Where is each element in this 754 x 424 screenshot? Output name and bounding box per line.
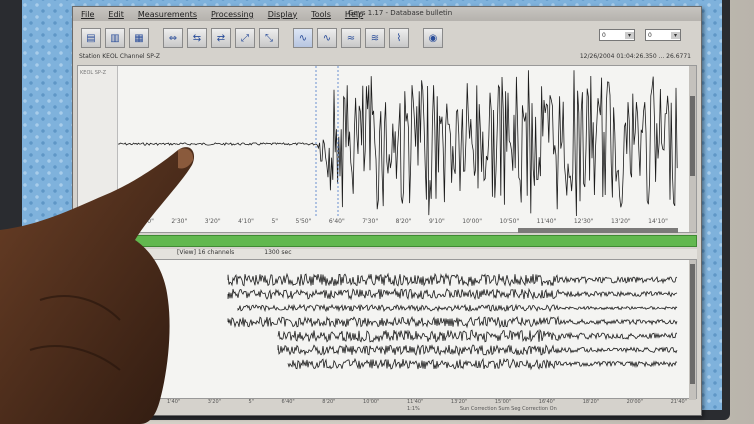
open-folder-icon[interactable]: ▤	[81, 28, 101, 48]
zoom-level: 1:1%	[407, 406, 420, 412]
waveform-icon[interactable]: ≈	[341, 28, 361, 48]
scrollbar-thumb[interactable]	[690, 96, 695, 176]
menu-bar: File Edit Measurements Processing Displa…	[73, 7, 363, 21]
menu-display[interactable]: Display	[268, 10, 298, 19]
menu-measurements[interactable]: Measurements	[138, 10, 197, 19]
channel-trace[interactable]	[227, 315, 678, 329]
folder-icon[interactable]: ▦	[129, 28, 149, 48]
duration-label: 1300 sec	[264, 249, 292, 256]
time-tick-label: 9'10"	[428, 218, 445, 225]
upper-vertical-scrollbar[interactable]	[689, 66, 696, 232]
spinner-field-1[interactable]: 0 ▾	[599, 29, 635, 41]
channel-trace[interactable]	[277, 344, 678, 357]
waveform-icon[interactable]: ∿	[293, 28, 313, 48]
seismic-trace-line	[118, 70, 678, 216]
multi-channel-plot[interactable]	[77, 259, 697, 400]
multi-channel-traces[interactable]	[78, 260, 690, 400]
scrollbar-thumb[interactable]	[690, 264, 695, 384]
channel-count-label: [View] 16 channels	[177, 249, 235, 256]
spinner-value-2: 0	[648, 31, 652, 39]
zoom-icon[interactable]: ⤡	[259, 28, 279, 48]
spinner-arrow-icon[interactable]: ▾	[625, 31, 634, 39]
toolbar: ▤ ▥ ▦ ⇔ ⇆ ⇄ ⤢ ⤡ ∿ ∿ ≈ ≋ ⌇ ◉ 0 ▾ 0 ▾	[81, 25, 693, 51]
time-tick-label: 10'00"	[462, 218, 482, 225]
menu-processing[interactable]: Processing	[211, 10, 254, 19]
menu-file[interactable]: File	[81, 10, 94, 19]
globe-icon[interactable]: ◉	[423, 28, 443, 48]
waveform-icon[interactable]: ⌇	[389, 28, 409, 48]
selection-status-strip	[77, 235, 697, 247]
zoom-icon[interactable]: ⤢	[235, 28, 255, 48]
waveform-icon[interactable]: ∿	[317, 28, 337, 48]
lower-vertical-scrollbar[interactable]	[689, 260, 696, 400]
spinner-value-1: 0	[602, 31, 606, 39]
time-tick-label: 12'30"	[573, 218, 594, 225]
station-bar: Station KEOL Channel SP-Z 12/26/2004 01:…	[79, 53, 695, 63]
channel-trace[interactable]	[287, 357, 678, 371]
time-tick-label: 4'10"	[238, 218, 254, 225]
station-label: Station KEOL Channel SP-Z	[79, 53, 161, 60]
time-tick-label: 2'30"	[171, 218, 188, 225]
time-tick-label: 11'40"	[536, 218, 557, 225]
channel-trace[interactable]	[237, 303, 678, 313]
seismic-app-window: File Edit Measurements Processing Displa…	[72, 6, 702, 416]
spinner-group: 0 ▾ 0 ▾	[599, 29, 681, 41]
time-tick-label: 1'40"	[138, 218, 154, 225]
upper-horizontal-scrollbar[interactable]	[518, 228, 678, 233]
time-tick-label: 13'20"	[610, 218, 631, 225]
station-timestamp: 12/26/2004 01:04:26.350 ... 26.6771	[579, 53, 691, 60]
spinner-arrow-icon[interactable]: ▾	[671, 31, 680, 39]
time-tick-label: 3'20"	[204, 218, 221, 225]
channel-trace[interactable]	[277, 328, 678, 343]
photo-scene: File Edit Measurements Processing Displa…	[0, 0, 754, 424]
time-tick-label: 7'30"	[362, 218, 379, 225]
menu-edit[interactable]: Edit	[108, 10, 124, 19]
menu-bar-row: File Edit Measurements Processing Displa…	[73, 7, 701, 21]
time-tick-label: 5"	[271, 218, 279, 225]
zoom-icon[interactable]: ⇆	[187, 28, 207, 48]
zoom-icon[interactable]: ⇔	[163, 28, 183, 48]
time-tick-label: 14'10"	[648, 218, 668, 225]
multi-channel-header: [View] 16 channels 1300 sec	[77, 249, 697, 259]
menu-tools[interactable]: Tools	[311, 10, 331, 19]
folder-icon[interactable]: ▥	[105, 28, 125, 48]
correction-status: Sun Correction Sum Seg Correction On	[459, 406, 557, 412]
upper-time-axis: 1'40" 2'30" 3'20" 4'10" 5" 5'50" 6'40" 7'30" 8'2…	[118, 218, 688, 228]
zoom-icon[interactable]: ⇄	[211, 28, 231, 48]
time-tick-label: 6'40"	[328, 218, 345, 225]
single-channel-plot[interactable]: KEOL SP-Z 1'40" 2'30" 3'20" 4'10" 5" 5'50" 6'4…	[77, 65, 697, 233]
spinner-field-2[interactable]: 0 ▾	[645, 29, 681, 41]
channel-side-label: KEOL SP-Z	[78, 66, 118, 216]
status-footer: 1:1% Sun Correction Sum Seg Correction O…	[77, 403, 697, 415]
channel-trace[interactable]	[227, 272, 678, 287]
time-tick-label: 8'20"	[395, 218, 412, 225]
channel-trace[interactable]	[227, 287, 678, 301]
time-tick-label: 5'50"	[295, 218, 312, 225]
seismogram-trace[interactable]	[118, 66, 690, 216]
time-tick-label: 10'50"	[499, 218, 520, 225]
window-title: Geys 1.17 - Database bulletin	[348, 9, 453, 17]
waveform-icon[interactable]: ≋	[365, 28, 385, 48]
